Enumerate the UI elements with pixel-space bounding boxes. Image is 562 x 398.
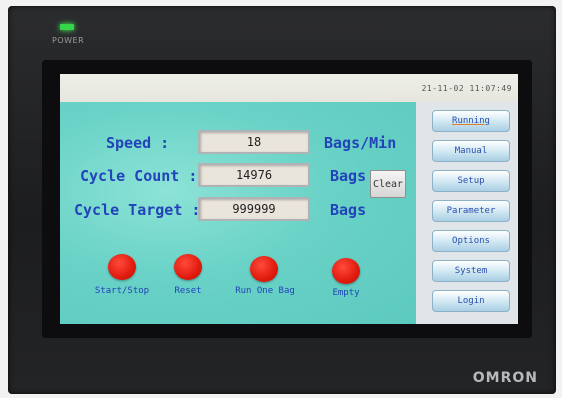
brand-logo: OMRON [472, 370, 538, 386]
nav-setup-label: Setup [457, 176, 485, 186]
running-panel: Speed : 18 Bags/Min Cycle Count : 14976 … [60, 102, 416, 324]
nav-manual-button[interactable]: Manual [432, 140, 510, 162]
cycle-target-unit: Bags [330, 201, 367, 219]
nav-login-button[interactable]: Login [432, 290, 510, 312]
nav-system-button[interactable]: System [432, 260, 510, 282]
cycle-count-unit: Bags [330, 167, 367, 185]
cycle-target-label: Cycle Target : [74, 201, 201, 219]
speed-label: Speed : [106, 134, 170, 152]
run-one-bag-button[interactable] [250, 256, 278, 282]
reset-button[interactable] [174, 254, 202, 280]
empty-button[interactable] [332, 258, 360, 284]
speed-value: 18 [198, 130, 310, 154]
nav-running-button[interactable]: Running [432, 110, 510, 132]
nav-setup-button[interactable]: Setup [432, 170, 510, 192]
nav-system-label: System [454, 266, 488, 276]
cycle-target-value: 999999 [198, 197, 310, 221]
cycle-count-label: Cycle Count : [80, 167, 198, 185]
clear-count-button[interactable]: Clear [370, 170, 406, 198]
hmi-screen: 21-11-02 11:07:49 Speed : 18 Bags/Min Cy… [60, 74, 518, 324]
speed-unit: Bags/Min [324, 134, 397, 152]
power-led-icon [60, 24, 74, 30]
cycle-count-value: 14976 [198, 163, 310, 187]
nav-login-label: Login [457, 296, 485, 306]
timestamp: 21-11-02 11:07:49 [421, 84, 512, 93]
nav-manual-label: Manual [454, 146, 488, 156]
nav-options-button[interactable]: Options [432, 230, 510, 252]
nav-parameter-button[interactable]: Parameter [432, 200, 510, 222]
power-label: POWER [52, 36, 85, 45]
nav-parameter-label: Parameter [446, 206, 496, 216]
empty-label: Empty [332, 288, 360, 298]
nav-panel: Running Manual Setup Parameter Options S… [416, 102, 518, 324]
start-stop-label: Start/Stop [94, 286, 150, 296]
nav-running-label: Running [452, 116, 490, 126]
status-bar: 21-11-02 11:07:49 [60, 74, 518, 102]
nav-options-label: Options [452, 236, 490, 246]
run-one-bag-label: Run One Bag [235, 286, 295, 296]
reset-label: Reset [174, 286, 202, 296]
start-stop-button[interactable] [108, 254, 136, 280]
